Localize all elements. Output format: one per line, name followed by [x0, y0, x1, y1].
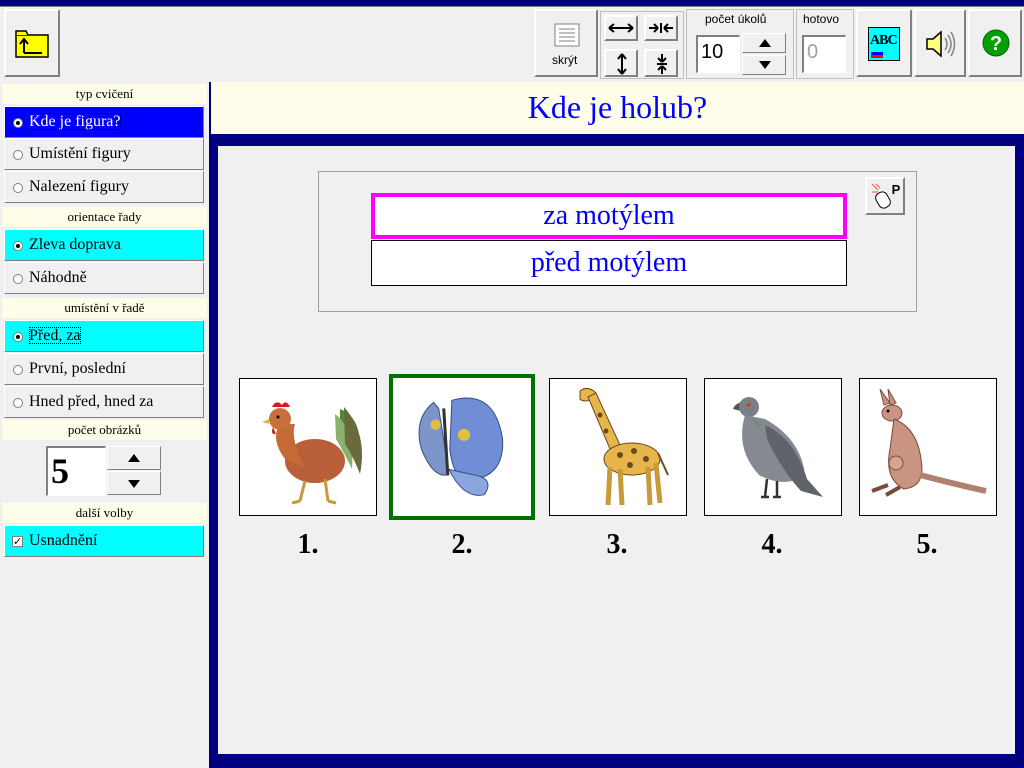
abc-text: ABC	[870, 33, 898, 48]
image-count-heading: počet obrázků	[2, 420, 207, 440]
hide-button[interactable]: skrýt	[534, 9, 598, 77]
butterfly-image	[418, 397, 504, 496]
image-count-down-button[interactable]	[107, 471, 161, 495]
shorter-button[interactable]	[644, 49, 678, 77]
triangle-up-icon	[759, 39, 771, 47]
widen-button[interactable]	[604, 15, 638, 41]
option-label: Nalezení figury	[29, 178, 129, 195]
radio-icon	[13, 241, 23, 251]
done-input: 0	[802, 35, 846, 73]
exercise-type-heading: typ cvičení	[2, 84, 207, 104]
image-count-input[interactable]: 5	[46, 446, 106, 496]
task-count-label: počet úkolů	[705, 12, 767, 26]
option-find-figure[interactable]: Nalezení figury	[4, 171, 204, 203]
option-label: Hned před, hned za	[29, 393, 154, 410]
shorter-arrows-icon	[657, 54, 667, 74]
option-label: Před, za	[29, 327, 81, 344]
animal-card-pigeon[interactable]	[704, 378, 842, 516]
triangle-up-icon	[128, 454, 140, 462]
document-icon	[554, 23, 580, 47]
svg-text:?: ?	[990, 33, 1002, 55]
spelling-button[interactable]: ABC	[856, 9, 912, 77]
narrow-button[interactable]	[644, 15, 678, 41]
rooster-image	[262, 402, 362, 505]
option-where-is-figure[interactable]: Kde je figura?	[4, 106, 204, 138]
radio-icon	[13, 150, 23, 160]
checkbox-icon: ✓	[12, 535, 23, 548]
card-number-4: 4.	[761, 529, 783, 560]
option-label: Náhodně	[29, 269, 87, 286]
option-first-last[interactable]: První, poslední	[4, 353, 204, 385]
image-count-up-button[interactable]	[107, 446, 161, 470]
option-label: Kde je figura?	[29, 113, 121, 130]
answer-option-2[interactable]: před motýlem	[371, 240, 847, 286]
sidebar: typ cvičení Kde je figura? Umístění figu…	[0, 82, 209, 768]
option-easier[interactable]: ✓ Usnadnění	[4, 525, 204, 557]
task-count-down-button[interactable]	[742, 55, 786, 75]
svg-text:P: P	[892, 182, 901, 197]
card-number-2: 2.	[451, 529, 473, 560]
help-icon: ?	[982, 29, 1010, 57]
option-left-to-right[interactable]: Zleva doprava	[4, 229, 204, 261]
row-position-heading: umístění v řadě	[2, 298, 207, 318]
answer-panel: za motýlem před motýlem P	[318, 171, 917, 312]
option-label: Usnadnění	[29, 532, 98, 549]
kangaroo-image	[871, 388, 987, 497]
pigeon-image	[733, 397, 823, 499]
toolbar: skrýt počet úkolů 10 hotovo 0 ABC ?	[0, 6, 1024, 82]
sound-button[interactable]	[914, 9, 966, 77]
card-number-1: 1.	[297, 529, 319, 560]
animal-card-butterfly[interactable]	[389, 374, 535, 520]
radio-icon	[13, 183, 23, 193]
radio-icon	[13, 398, 23, 408]
triangle-down-icon	[759, 61, 771, 69]
option-before-after[interactable]: Před, za	[4, 320, 204, 352]
animal-card-kangaroo[interactable]	[859, 378, 997, 516]
hide-label: skrýt	[552, 53, 578, 67]
radio-icon	[13, 118, 23, 128]
giraffe-image	[579, 387, 669, 506]
option-label: První, poslední	[29, 360, 126, 377]
radio-icon	[13, 365, 23, 375]
animal-card-rooster[interactable]	[239, 378, 377, 516]
help-button[interactable]: ?	[968, 9, 1022, 77]
exit-button[interactable]	[4, 9, 60, 77]
card-number-3: 3.	[606, 529, 628, 560]
speaker-icon	[926, 30, 956, 58]
option-label: Umístění figury	[29, 145, 131, 162]
option-right-before-after[interactable]: Hned před, hned za	[4, 386, 204, 418]
animal-card-giraffe[interactable]	[549, 378, 687, 516]
radio-icon	[13, 332, 23, 342]
task-count-up-button[interactable]	[742, 33, 786, 53]
card-number-5: 5.	[916, 529, 938, 560]
triangle-down-icon	[128, 480, 140, 488]
exit-folder-icon	[15, 30, 49, 58]
hint-button[interactable]: P	[865, 177, 905, 215]
widen-arrows-icon	[608, 23, 634, 33]
mouse-hint-icon: P	[871, 182, 901, 209]
option-random[interactable]: Náhodně	[4, 262, 204, 294]
option-figure-placement[interactable]: Umístění figury	[4, 138, 204, 170]
row-orientation-heading: orientace řady	[2, 207, 207, 227]
taller-arrows-icon	[617, 53, 627, 75]
more-options-heading: další volby	[2, 503, 207, 523]
radio-icon	[13, 274, 23, 284]
answer-option-1[interactable]: za motýlem	[371, 193, 847, 239]
abc-icon: ABC	[868, 27, 900, 61]
narrow-arrows-icon	[649, 23, 673, 33]
taller-button[interactable]	[604, 49, 638, 77]
done-label: hotovo	[803, 12, 840, 26]
task-count-input[interactable]: 10	[696, 35, 740, 73]
question-title: Kde je holub?	[211, 82, 1024, 134]
option-label: Zleva doprava	[29, 236, 121, 253]
